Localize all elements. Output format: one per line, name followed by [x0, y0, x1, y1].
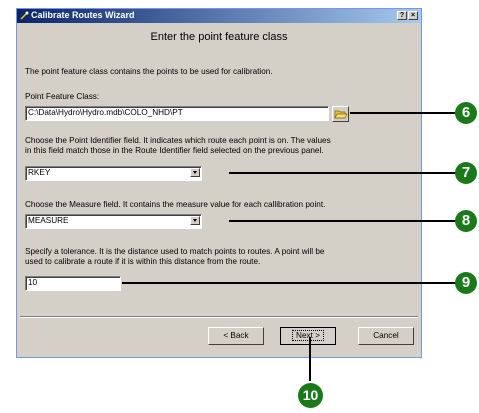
callout-badge-10: 10 — [298, 383, 323, 408]
callout-line-9 — [122, 282, 458, 284]
callout-badge-7: 7 — [455, 162, 477, 184]
window-title: Calibrate Routes Wizard — [31, 10, 135, 20]
panel-heading: Enter the point feature class — [150, 31, 288, 43]
callout-line-6 — [350, 112, 458, 114]
open-folder-icon — [334, 110, 348, 119]
help-button[interactable]: ? — [397, 11, 407, 20]
back-button[interactable]: < Back — [208, 327, 264, 345]
point-identifier-value: RKEY — [28, 168, 51, 177]
next-button[interactable]: Next > — [280, 327, 336, 345]
button-separator — [20, 316, 418, 318]
intro-text: The point feature class contains the poi… — [25, 67, 273, 76]
title-bar[interactable]: Calibrate Routes Wizard ? × — [17, 9, 421, 23]
callout-badge-9: 9 — [455, 272, 477, 294]
callout-line-7 — [229, 172, 458, 174]
tolerance-description-line2: used to calibrate a route if it is withi… — [25, 257, 261, 266]
point-fc-input[interactable]: C:\Data\Hydro\Hydro.mdb\COLO_NHD\PT — [25, 106, 329, 121]
wizard-window: Calibrate Routes Wizard ? × Enter the po… — [16, 8, 422, 358]
tolerance-description-line1: Specify a tolerance. It is the distance … — [25, 247, 325, 256]
callout-badge-6: 6 — [455, 102, 477, 124]
callout-line-10 — [309, 337, 311, 381]
measure-field-select[interactable]: MEASURE — [25, 214, 202, 229]
callout-badge-8: 8 — [455, 210, 477, 232]
chevron-down-icon[interactable] — [190, 168, 200, 177]
chevron-down-icon[interactable] — [190, 216, 200, 225]
point-fc-label: Point Feature Class: — [25, 92, 100, 101]
measure-field-value: MEASURE — [28, 216, 69, 225]
close-button[interactable]: × — [408, 11, 418, 20]
identifier-description-line2: in this field match those in the Route I… — [25, 146, 324, 155]
tolerance-input[interactable]: 10 — [25, 276, 121, 291]
wizard-wand-icon — [20, 11, 29, 20]
callout-line-8 — [229, 220, 458, 222]
identifier-description-line1: Choose the Point Identifier field. It in… — [25, 136, 331, 145]
point-identifier-select[interactable]: RKEY — [25, 166, 202, 181]
browse-button[interactable] — [332, 106, 349, 122]
measure-description: Choose the Measure field. It contains th… — [25, 200, 326, 209]
next-button-label: Next > — [292, 330, 324, 341]
cancel-button[interactable]: Cancel — [358, 327, 414, 345]
